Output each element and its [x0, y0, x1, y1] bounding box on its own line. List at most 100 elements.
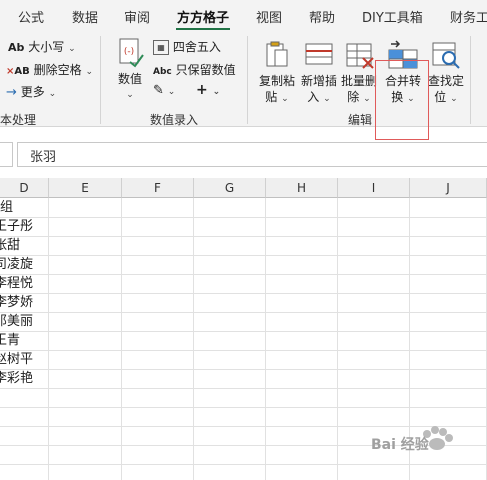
copy-paste-button[interactable]: 复制粘 贴 ⌄ [256, 36, 298, 108]
case-button[interactable]: Ab 大小写 ⌄ [8, 38, 76, 55]
text-group-label: 本处理 [0, 113, 37, 127]
value-icon: (-) [119, 38, 144, 68]
column-header-j[interactable]: J [410, 178, 487, 198]
gridline [0, 312, 487, 313]
chevron-down-icon: ⌄ [167, 87, 176, 97]
gridline [265, 198, 266, 480]
tab-help[interactable]: 帮助 [309, 7, 335, 26]
gridline [0, 331, 487, 332]
find-icon [432, 42, 460, 69]
keep-numeric-button[interactable]: Abc 只保留数值 [153, 61, 236, 78]
plus-icon: + [196, 82, 208, 98]
insert-rows-icon [305, 43, 333, 65]
round-button[interactable]: ▦ 四舍五入 [153, 38, 221, 55]
more-label: 更多 [20, 85, 45, 99]
value-label: 数值 [117, 72, 142, 86]
cell-d-row9[interactable]: 赵树平 [0, 350, 42, 369]
batch-delete-label: 批量删 [340, 74, 377, 88]
merge-convert-highlight-box [375, 60, 429, 140]
formula-value: 张羽 [30, 150, 57, 165]
find-locate-label-2: 位 [434, 90, 447, 104]
edit-group-label: 编辑 [348, 113, 373, 127]
edit-sheet-icon: ✎ [153, 83, 164, 98]
insert-button[interactable]: 新增插 入 ⌄ [298, 36, 340, 108]
column-header-h[interactable]: H [266, 178, 338, 198]
case-icon: Ab [8, 41, 25, 54]
gridline [48, 198, 49, 480]
cell-d-row8[interactable]: 王青 [0, 331, 42, 350]
column-header-i[interactable]: I [338, 178, 410, 198]
svg-text:(-): (-) [124, 47, 134, 57]
insert-label-2: 入 [307, 90, 320, 104]
number-group-label: 数值录入 [150, 113, 199, 127]
find-locate-button[interactable]: 查找定 位 ⌄ [426, 36, 466, 108]
tab-review[interactable]: 审阅 [124, 7, 150, 26]
chevron-down-icon: ⌄ [281, 94, 289, 104]
group-separator [470, 36, 471, 124]
tab-diy-toolbox[interactable]: DIY工具箱 [362, 7, 423, 26]
gridline [0, 293, 487, 294]
clipboard-icon [266, 41, 288, 67]
column-header-f[interactable]: F [122, 178, 194, 198]
cell-d-row6[interactable]: 李梦娇 [0, 293, 42, 312]
gridline [0, 388, 487, 389]
copy-paste-label-2: 贴 [265, 90, 278, 104]
find-locate-label: 查找定 [427, 74, 464, 88]
gridline [121, 198, 122, 480]
round-label: 四舍五入 [172, 40, 221, 54]
gridline [0, 255, 487, 256]
batch-delete-label-2: 除 [347, 90, 360, 104]
insert-symbol-button[interactable]: + ⌄ [196, 82, 220, 98]
chevron-down-icon: ⌄ [85, 67, 93, 77]
tab-view[interactable]: 视图 [256, 7, 282, 26]
batch-delete-icon [346, 43, 374, 69]
keep-numeric-label: 只保留数值 [175, 63, 236, 77]
chevron-down-icon: ⌄ [450, 94, 458, 104]
tab-data[interactable]: 数据 [72, 7, 98, 26]
watermark-logo: Bai 经验 [363, 420, 487, 480]
gridline [193, 198, 194, 480]
gridline [337, 198, 338, 480]
column-header-g[interactable]: G [194, 178, 266, 198]
abc-icon: Abc [153, 67, 172, 77]
chevron-down-icon: ⌄ [212, 87, 221, 97]
formula-bar: 张羽 [0, 140, 487, 168]
formula-input[interactable]: 张羽 [17, 142, 487, 167]
delete-space-label: 删除空格 [33, 63, 82, 77]
cell-d-row1[interactable]: 组 [0, 198, 48, 217]
group-separator [247, 36, 248, 124]
ribbon-panel: Ab 大小写 ⌄ ×AB 删除空格 ⌄ → 更多 ⌄ 本处理 (-) 数值 ⌄ … [0, 30, 487, 140]
cell-d-row7[interactable]: 邓美丽 [0, 312, 42, 331]
more-button[interactable]: → 更多 ⌄ [6, 83, 56, 100]
batch-delete-button[interactable]: 批量删 除 ⌄ [340, 36, 378, 108]
chevron-down-icon: ⌄ [323, 94, 331, 104]
watermark-text: Bai 经验 [371, 437, 429, 453]
column-header-e[interactable]: E [49, 178, 122, 198]
name-box[interactable] [0, 142, 13, 167]
case-label: 大小写 [28, 40, 65, 54]
cell-d-row2[interactable]: 王子彤 [0, 217, 42, 236]
delete-space-icon: ×AB [6, 66, 30, 77]
arrow-right-icon: → [6, 85, 17, 100]
insert-label: 新增插 [300, 74, 337, 88]
value-button[interactable]: (-) 数值 ⌄ [112, 36, 148, 106]
edit-dropdown-button[interactable]: ✎ ⌄ [153, 83, 175, 98]
gridline [0, 350, 487, 351]
tab-formulas[interactable]: 公式 [18, 7, 44, 26]
column-header-d[interactable]: D [0, 178, 49, 198]
group-separator [100, 36, 101, 124]
tab-finance[interactable]: 财务工 [450, 7, 487, 26]
chevron-down-icon: ⌄ [68, 44, 76, 54]
round-icon: ▦ [153, 40, 169, 55]
ribbon-tab-bar: 公式 数据 审阅 方方格子 视图 帮助 DIY工具箱 财务工 [0, 0, 487, 31]
cell-d-row5[interactable]: 李程悦 [0, 274, 42, 293]
chevron-down-icon: ⌄ [48, 89, 57, 99]
cell-d-row4[interactable]: 司凌旋 [0, 255, 42, 274]
delete-space-button[interactable]: ×AB 删除空格 ⌄ [6, 61, 93, 78]
gridline [0, 236, 487, 237]
gridline [0, 407, 487, 408]
chevron-down-icon: ⌄ [363, 94, 371, 104]
cell-d-row10[interactable]: 李彩艳 [0, 369, 42, 388]
tab-fangfangegezi[interactable]: 方方格子 [177, 7, 229, 26]
cell-d-row3[interactable]: 张甜 [0, 236, 42, 255]
